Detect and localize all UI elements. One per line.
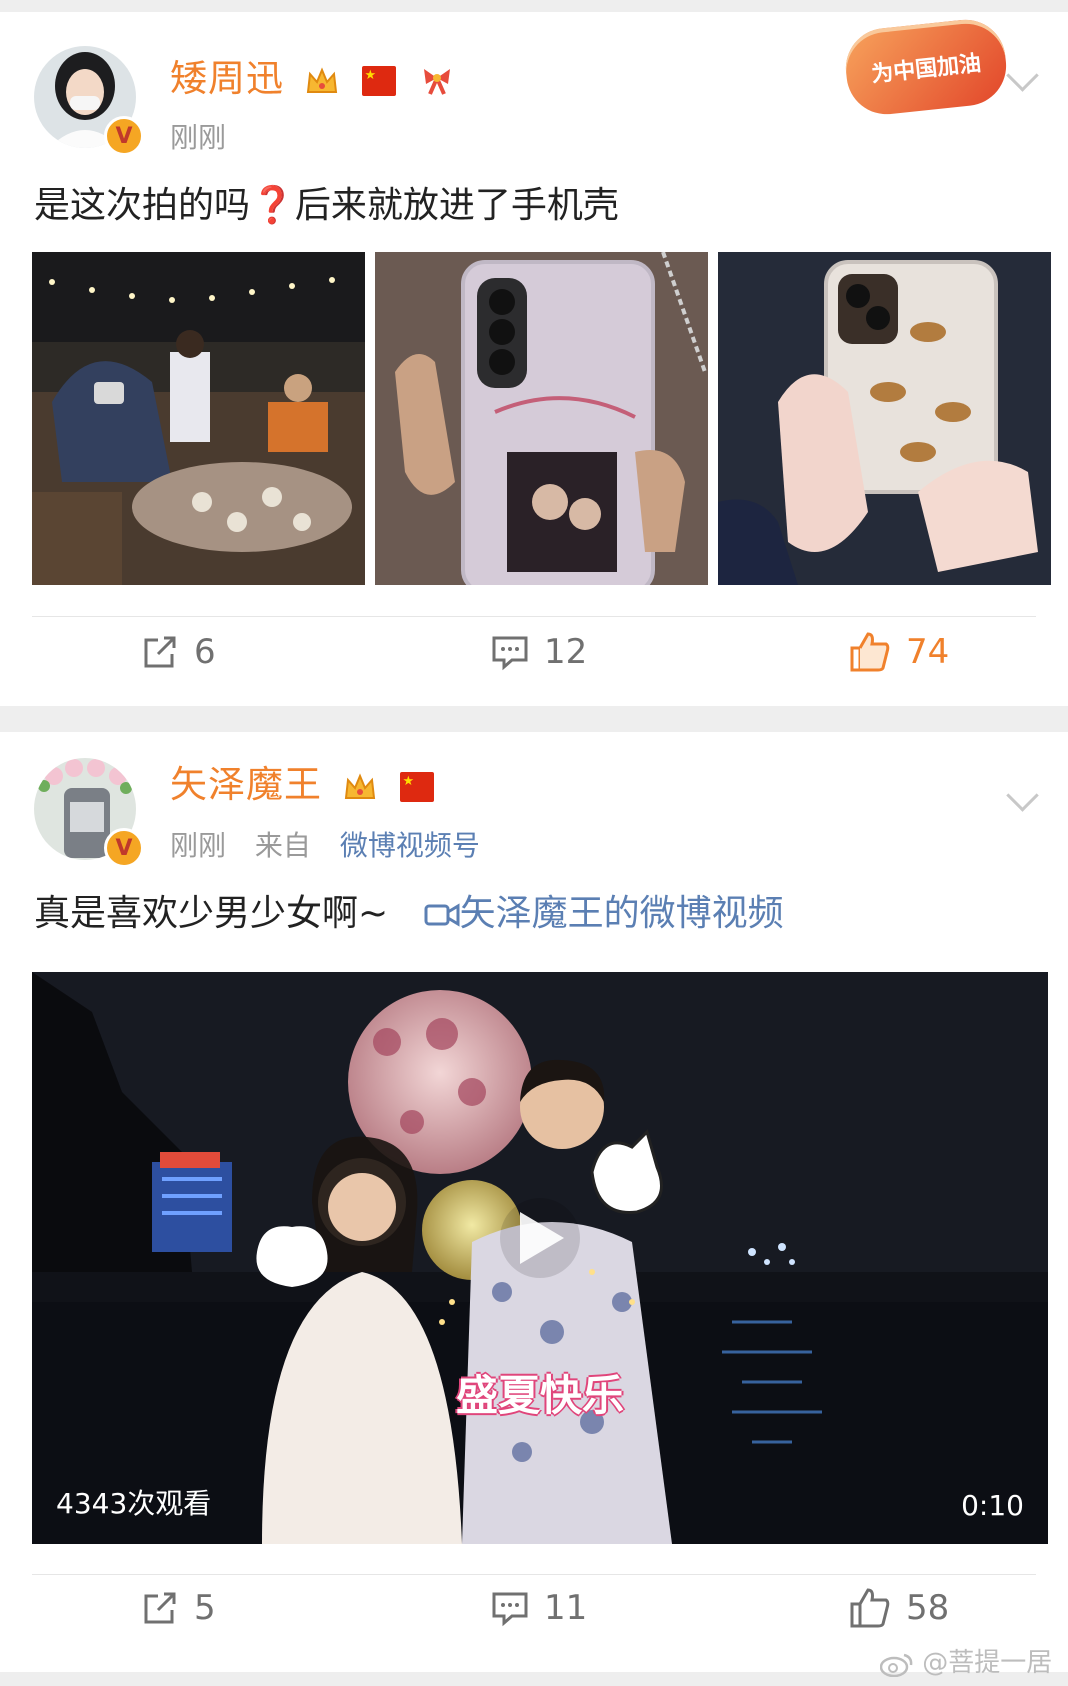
comment-count: 12 <box>544 632 588 672</box>
username-text[interactable]: 矢泽魔王 <box>170 763 322 806</box>
video-view-count: 4343次观看 <box>56 1487 212 1520</box>
crown-icon <box>344 772 375 799</box>
china-flag-icon <box>361 65 396 96</box>
username-text[interactable]: 矮周迅 <box>170 57 284 100</box>
thumbs-up-icon <box>850 632 890 672</box>
weibo-post-1: V 矮周迅 刚刚 为中国加油 是这次拍的吗❓后来就放进了手机壳 <box>0 12 1068 706</box>
thumbs-up-icon <box>850 1588 890 1628</box>
weibo-logo-icon <box>879 1653 913 1677</box>
username[interactable]: 矢泽魔王 <box>170 754 434 808</box>
like-count: 58 <box>906 1588 950 1628</box>
comment-count: 11 <box>544 1588 588 1628</box>
divider <box>32 616 1036 617</box>
like-button[interactable]: 58 <box>848 1586 949 1630</box>
repost-count: 6 <box>194 632 216 672</box>
video-player[interactable]: 盛夏快乐 4343次观看 0:10 <box>32 972 1048 1544</box>
promo-badge[interactable]: 为中国加油 <box>841 15 1011 119</box>
video-caption: 盛夏快乐 <box>455 1371 624 1420</box>
repost-count: 5 <box>194 1588 216 1628</box>
comment-icon <box>492 636 528 671</box>
verified-badge-icon: V <box>104 828 144 868</box>
source-prefix: 来自 <box>254 829 311 862</box>
post-time: 刚刚 <box>170 829 227 862</box>
chevron-down-icon[interactable] <box>1006 59 1039 92</box>
chevron-down-icon[interactable] <box>1006 779 1039 812</box>
post-meta: 刚刚 来自 微博视频号 <box>170 824 480 864</box>
post-time: 刚刚 <box>170 121 227 154</box>
photo-thumbnail[interactable] <box>32 252 365 585</box>
source-link[interactable]: 微博视频号 <box>340 829 480 862</box>
watermark-text: @菩提一居 <box>922 1648 1053 1678</box>
post-text-body: 真是喜欢少男少女啊~ <box>34 893 389 934</box>
verified-badge-icon: V <box>104 116 144 156</box>
comment-icon <box>492 1592 528 1627</box>
video-link[interactable]: 矢泽魔王的微博视频 <box>424 893 784 934</box>
comment-button[interactable]: 12 <box>490 632 587 672</box>
repost-icon <box>144 1592 176 1624</box>
china-flag-icon <box>399 771 434 802</box>
divider <box>32 1574 1036 1575</box>
video-link-text[interactable]: 矢泽魔王的微博视频 <box>460 893 784 934</box>
video-camera-icon <box>424 903 460 927</box>
watermark: @菩提一居 <box>879 1642 1053 1679</box>
repost-button[interactable]: 5 <box>140 1588 216 1628</box>
post-text: 真是喜欢少男少女啊~ 矢泽魔王的微博视频 <box>34 884 784 936</box>
video-duration: 0:10 <box>961 1489 1024 1522</box>
repost-button[interactable]: 6 <box>140 632 216 672</box>
weibo-post-2: V 矢泽魔王 刚刚 来自 微博视频号 真是喜欢少男少女啊~ 矢泽魔王的微博视频 <box>0 732 1068 1672</box>
crown-icon <box>306 66 337 93</box>
like-count: 74 <box>906 632 950 672</box>
repost-icon <box>144 636 176 668</box>
ribbon-bow-icon <box>424 68 451 95</box>
photo-thumbnail[interactable] <box>718 252 1051 585</box>
username[interactable]: 矮周迅 <box>170 48 454 102</box>
post-text: 是这次拍的吗❓后来就放进了手机壳 <box>34 185 619 226</box>
like-button[interactable]: 74 <box>848 630 949 674</box>
photo-thumbnail[interactable] <box>375 252 708 585</box>
comment-button[interactable]: 11 <box>490 1588 587 1628</box>
